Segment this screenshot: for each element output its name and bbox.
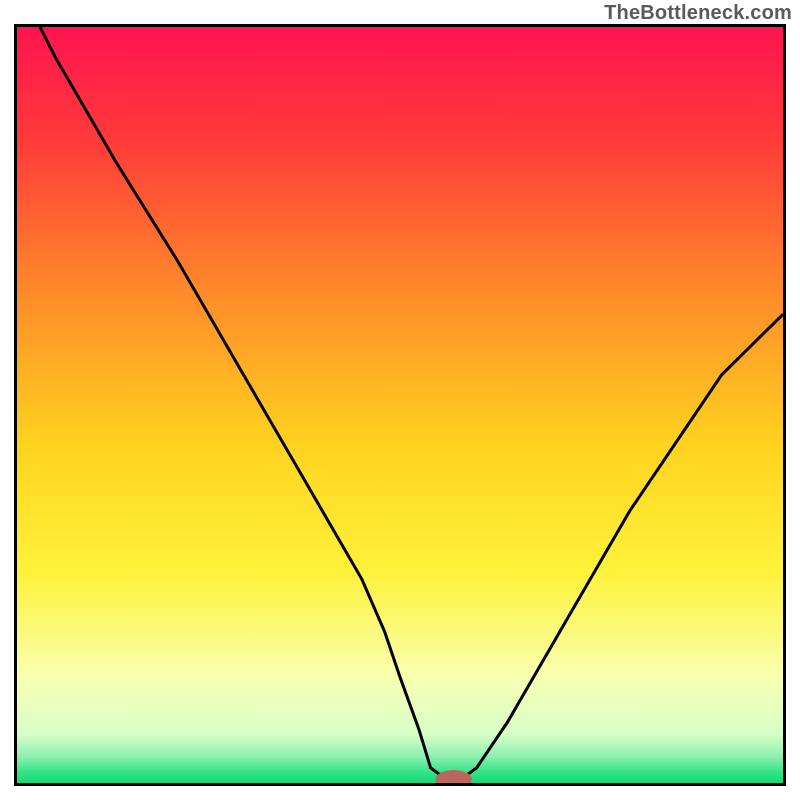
chart-container: TheBottleneck.com [0, 0, 800, 800]
chart-svg [17, 27, 783, 783]
gradient-background [17, 27, 783, 783]
plot-area [14, 24, 786, 786]
attribution-label: TheBottleneck.com [604, 2, 792, 25]
